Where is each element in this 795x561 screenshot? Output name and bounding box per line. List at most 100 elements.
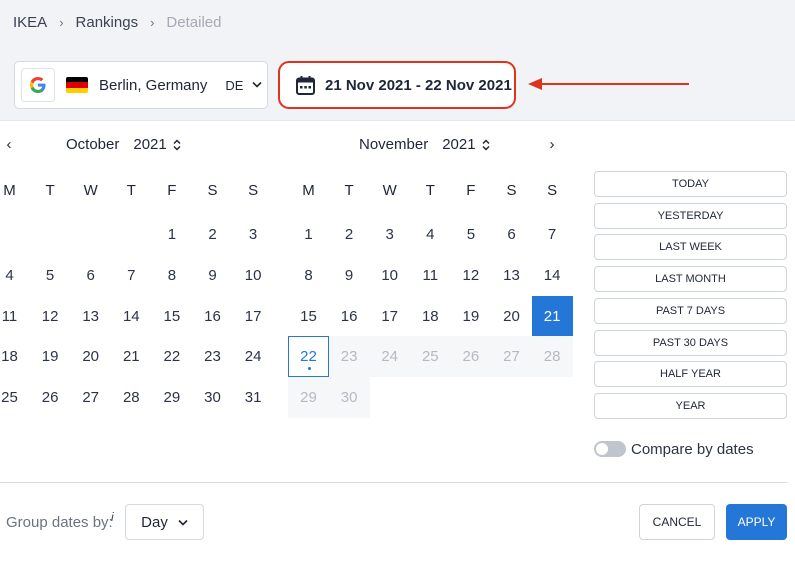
calendar-day[interactable]: 29 — [151, 377, 192, 418]
calendar-day[interactable]: 22 — [288, 336, 329, 378]
calendar-day[interactable]: 27 — [70, 377, 111, 418]
compare-label: Compare by dates — [631, 441, 754, 458]
calendar-day[interactable]: 5 — [30, 255, 71, 296]
calendar-day[interactable]: 3 — [233, 214, 274, 255]
calendar-day[interactable]: 14 — [532, 255, 573, 296]
calendar-day[interactable]: 12 — [450, 255, 491, 296]
calendar-day[interactable]: 15 — [151, 296, 192, 337]
calendar-day[interactable]: 6 — [70, 255, 111, 296]
calendar-day[interactable]: 11 — [410, 255, 451, 296]
breadcrumb-rankings[interactable]: Rankings — [76, 14, 139, 31]
calendar-day[interactable]: 6 — [491, 214, 532, 255]
calendar-day[interactable]: 10 — [369, 255, 410, 296]
preset-button[interactable]: YESTERDAY — [594, 202, 787, 229]
calendar-day[interactable]: 3 — [369, 214, 410, 255]
preset-button[interactable]: PAST 7 DAYS — [594, 297, 787, 324]
info-icon[interactable]: i — [111, 510, 114, 524]
top-bar: IKEA › Rankings › Detailed Berlin, Germa… — [0, 0, 795, 120]
calendar-day[interactable]: 14 — [111, 296, 152, 337]
calendar-day[interactable]: 8 — [288, 255, 329, 296]
calendar-day[interactable]: 1 — [151, 214, 192, 255]
calendar-day[interactable]: 19 — [450, 296, 491, 337]
calendar-day[interactable]: 27 — [491, 336, 532, 378]
right-month-name[interactable]: November — [359, 136, 428, 153]
breadcrumb-project[interactable]: IKEA — [13, 14, 47, 31]
weekday-label: T — [344, 182, 354, 199]
calendar-day[interactable]: 21 — [531, 295, 573, 337]
next-month-arrow-icon[interactable]: › — [545, 136, 559, 153]
year-stepper-icon[interactable] — [482, 138, 490, 151]
calendar-day[interactable]: 9 — [192, 255, 233, 296]
calendar-day[interactable]: 13 — [491, 255, 532, 296]
preset-button[interactable]: TODAY — [594, 171, 787, 197]
calendar-day[interactable]: 30 — [328, 377, 370, 419]
apply-button[interactable]: APPLY — [726, 504, 787, 540]
calendar-day[interactable]: 30 — [192, 377, 233, 418]
calendar-day[interactable]: 10 — [233, 255, 274, 296]
weekday-label: S — [547, 182, 558, 199]
calendar-day[interactable]: 22 — [151, 336, 192, 377]
calendar-day[interactable]: 5 — [450, 214, 491, 255]
calendar-day[interactable]: 7 — [532, 214, 573, 255]
calendar-day[interactable]: 23 — [328, 336, 370, 378]
calendar-day[interactable]: 13 — [70, 296, 111, 337]
calendar-day[interactable]: 26 — [450, 336, 492, 378]
weekday-label: F — [167, 182, 177, 199]
calendar-icon — [296, 75, 315, 95]
calendar-day[interactable]: 11 — [0, 296, 30, 337]
calendar-day[interactable]: 18 — [0, 336, 30, 377]
calendar-day[interactable]: 18 — [410, 296, 451, 337]
weekday-label: S — [207, 182, 218, 199]
calendar-day[interactable]: 21 — [111, 336, 152, 377]
calendar-day[interactable]: 16 — [192, 296, 233, 337]
prev-month-arrow-icon[interactable]: ‹ — [2, 136, 16, 153]
calendar-day[interactable]: 7 — [111, 255, 152, 296]
location-selector[interactable]: Berlin, Germany DE — [14, 61, 268, 109]
annotation-arrow-icon — [528, 78, 689, 90]
calendar-day[interactable]: 4 — [0, 255, 30, 296]
preset-button[interactable]: PAST 30 DAYS — [594, 329, 787, 356]
preset-button[interactable]: LAST MONTH — [594, 266, 787, 293]
calendar-day[interactable]: 16 — [329, 296, 370, 337]
cancel-button[interactable]: CANCEL — [639, 504, 715, 540]
calendar-day[interactable]: 26 — [30, 377, 71, 418]
right-year[interactable]: 2021 — [442, 136, 475, 153]
preset-button[interactable]: LAST WEEK — [594, 234, 787, 261]
calendar-day[interactable]: 15 — [288, 296, 329, 337]
calendar-day[interactable]: 1 — [288, 214, 329, 255]
year-stepper-icon[interactable] — [173, 138, 181, 151]
calendar-day[interactable]: 29 — [288, 377, 329, 419]
calendar-day[interactable]: 8 — [151, 255, 192, 296]
calendar-day[interactable]: 28 — [111, 377, 152, 418]
calendar-day[interactable]: 25 — [409, 336, 451, 378]
chevron-down-icon — [252, 81, 263, 88]
left-year[interactable]: 2021 — [133, 136, 166, 153]
weekday-label: M — [302, 182, 315, 199]
calendar-day[interactable]: 17 — [369, 296, 410, 337]
compare-toggle[interactable] — [594, 441, 626, 457]
date-range-picker[interactable]: 21 Nov 2021 - 22 Nov 2021 — [278, 61, 516, 109]
calendar-day[interactable]: 23 — [192, 336, 233, 377]
calendar-day[interactable]: 2 — [192, 214, 233, 255]
preset-button[interactable]: HALF YEAR — [594, 361, 787, 388]
calendar-day[interactable]: 4 — [410, 214, 451, 255]
group-by-select[interactable]: Day — [125, 504, 204, 540]
calendar-day[interactable]: 2 — [329, 214, 370, 255]
calendar-day[interactable]: 24 — [233, 336, 274, 377]
calendar-day[interactable]: 20 — [491, 296, 532, 337]
calendar-day[interactable]: 17 — [233, 296, 274, 337]
calendar-day[interactable]: 24 — [369, 336, 411, 378]
location-name: Berlin, Germany — [99, 76, 208, 94]
calendar-day[interactable]: 20 — [70, 336, 111, 377]
calendar-day[interactable]: 31 — [233, 377, 274, 418]
calendar-day[interactable]: 25 — [0, 377, 30, 418]
preset-button[interactable]: YEAR — [594, 392, 787, 419]
calendar-day[interactable]: 19 — [30, 336, 71, 377]
calendar-day[interactable]: 28 — [531, 336, 573, 378]
left-month-name[interactable]: October — [66, 136, 119, 153]
calendar-day[interactable]: 12 — [30, 296, 71, 337]
weekday-label: T — [45, 182, 55, 199]
calendar-day[interactable]: 9 — [329, 255, 370, 296]
left-month-header: October 2021 — [66, 136, 181, 153]
chevron-right-icon: › — [59, 15, 64, 30]
